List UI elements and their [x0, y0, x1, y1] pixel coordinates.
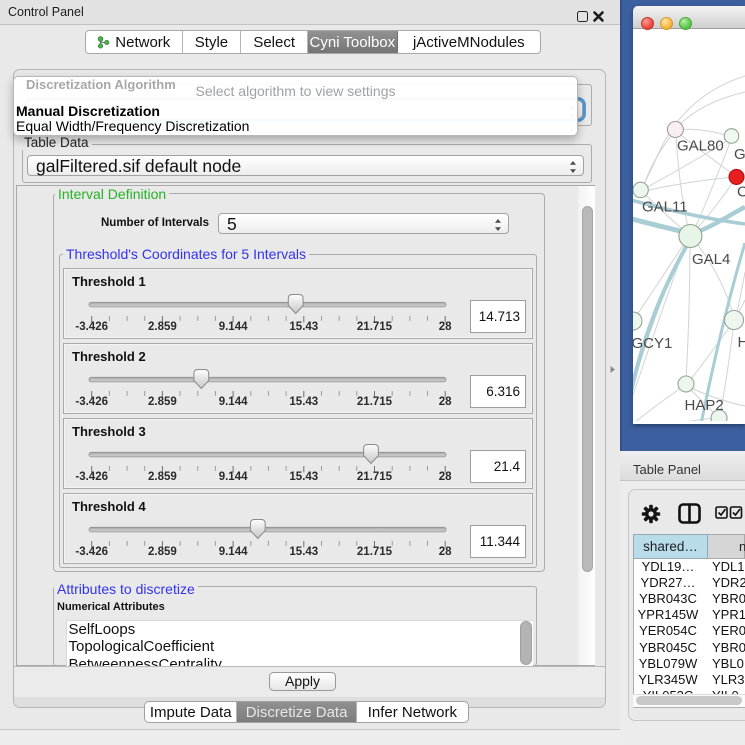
svg-text:GA: GA — [734, 146, 745, 163]
svg-text:HAP2: HAP2 — [685, 397, 724, 414]
svg-text:H: H — [738, 334, 745, 351]
svg-text:C: C — [737, 184, 745, 201]
svg-text:GAL4: GAL4 — [692, 251, 730, 268]
svg-text:GAL11: GAL11 — [642, 199, 688, 216]
svg-text:GCY1: GCY1 — [633, 335, 672, 352]
svg-text:GAL80: GAL80 — [677, 138, 724, 155]
